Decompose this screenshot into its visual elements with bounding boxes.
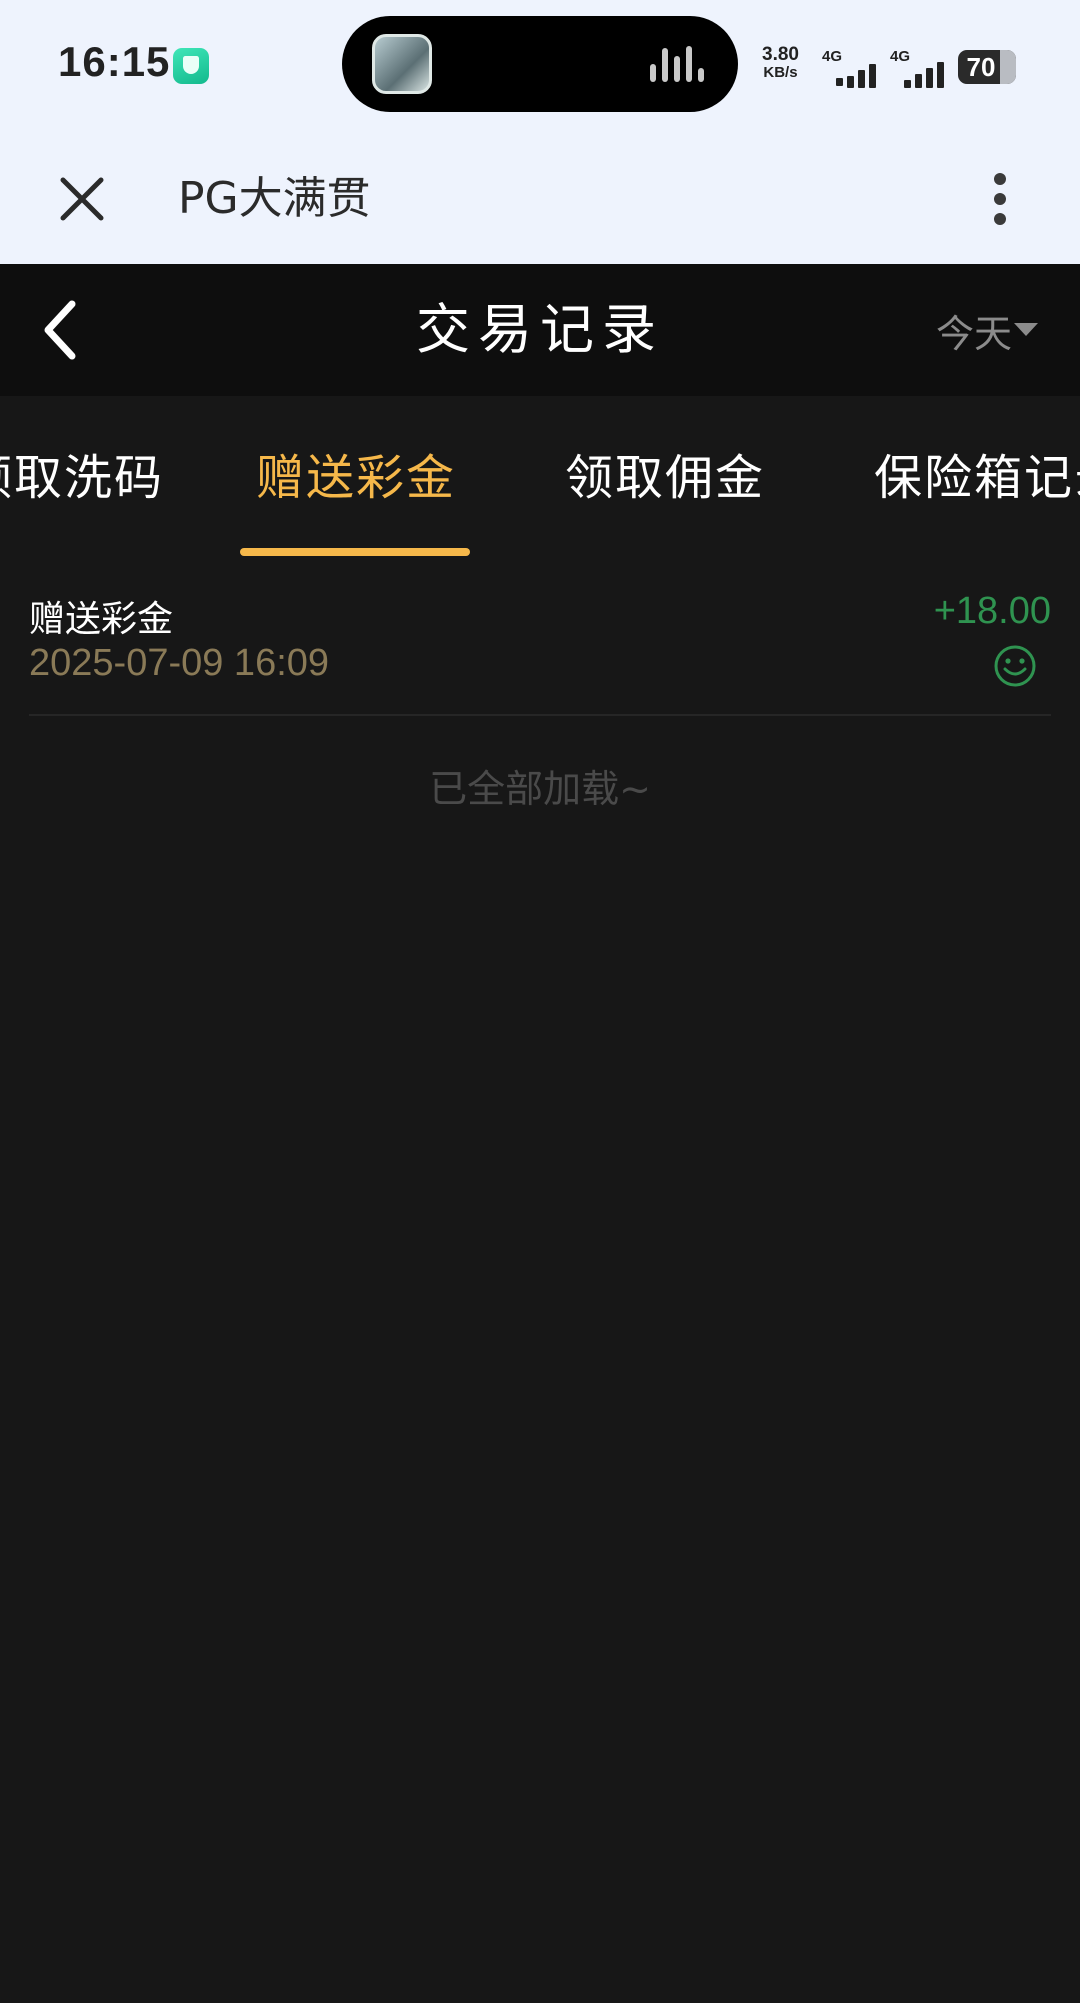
tab-commission[interactable]: 领取佣金 xyxy=(565,396,765,560)
more-vertical-icon xyxy=(994,173,1006,225)
caret-down-icon xyxy=(1014,323,1038,336)
sim1-signal-icon: 4G xyxy=(822,48,884,88)
network-speed: 3.80 KB/s xyxy=(762,44,799,82)
security-app-icon xyxy=(173,48,209,84)
close-button[interactable] xyxy=(48,165,116,233)
page-title: 交易记录 xyxy=(416,298,664,361)
record-amount: +18.00 xyxy=(933,590,1051,632)
battery-level: 70 xyxy=(966,52,996,82)
category-tabs[interactable]: 领取洗码 赠送彩金 领取佣金 保险箱记录 xyxy=(0,396,1080,560)
browser-page-title: PG大满贯 xyxy=(178,173,371,224)
browser-toolbar: PG大满贯 xyxy=(0,135,1080,264)
chevron-left-icon xyxy=(44,300,76,360)
tab-wash-code[interactable]: 领取洗码 xyxy=(0,396,164,560)
record-type: 赠送彩金 xyxy=(29,599,174,640)
more-options-button[interactable] xyxy=(972,161,1028,237)
list-item[interactable]: 赠送彩金 2025-07-09 16:09 +18.00 xyxy=(29,576,1051,716)
network-speed-unit: KB/s xyxy=(763,64,798,81)
media-thumbnail-icon xyxy=(372,34,432,94)
active-tab-indicator xyxy=(240,548,470,556)
network-speed-value: 3.80 xyxy=(762,44,799,65)
sim1-network-type: 4G xyxy=(822,48,843,65)
load-complete-message: 已全部加载~ xyxy=(429,767,651,811)
audio-wave-icon xyxy=(650,46,710,82)
sim2-network-type: 4G xyxy=(890,48,911,65)
back-button[interactable] xyxy=(22,292,98,368)
close-icon xyxy=(60,177,104,221)
status-time: 16:15 xyxy=(58,38,171,85)
status-bar: 16:15 3.80 KB/s 4G 4G 70 xyxy=(0,0,1080,135)
app-header: 交易记录 今天 xyxy=(0,264,1080,396)
date-filter-dropdown[interactable]: 今天 xyxy=(936,300,1038,360)
tab-bonus-gift[interactable]: 赠送彩金 xyxy=(256,396,456,560)
battery-icon: 70 xyxy=(958,50,1016,84)
status-indicators: 3.80 KB/s 4G 4G 70 xyxy=(760,40,1060,92)
smile-icon xyxy=(994,645,1036,687)
tab-safe-box-records[interactable]: 保险箱记录 xyxy=(874,396,1080,560)
dynamic-island[interactable] xyxy=(342,16,738,112)
record-time: 2025-07-09 16:09 xyxy=(29,642,330,684)
date-filter-label: 今天 xyxy=(935,311,1012,356)
sim2-signal-icon: 4G xyxy=(890,48,952,88)
